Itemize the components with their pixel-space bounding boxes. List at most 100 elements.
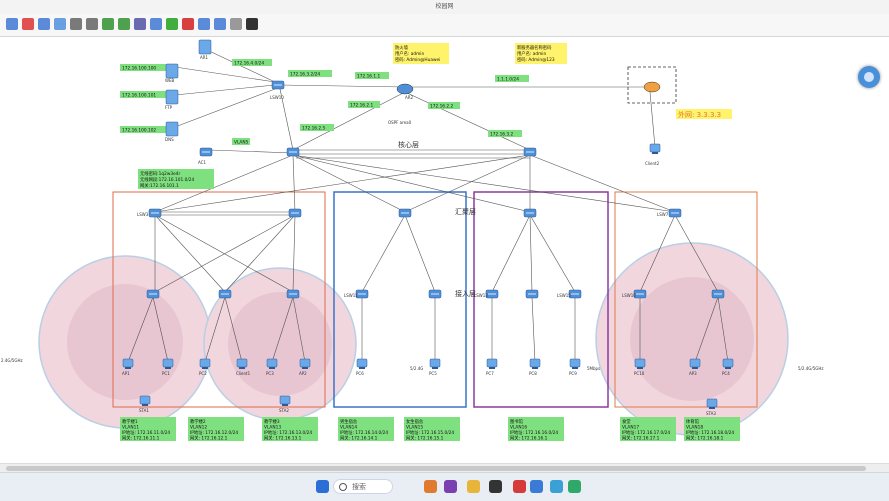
note-line: 新服务器名称密码 xyxy=(517,44,552,51)
taskbar-search[interactable]: 搜索 xyxy=(333,479,393,494)
lsw5-switch-icon[interactable] xyxy=(398,208,412,218)
device-label: LSW3 xyxy=(137,212,149,217)
pc6-icon[interactable]: PC6 xyxy=(356,358,368,376)
window-icon[interactable] xyxy=(230,18,242,30)
vlan-note-line: 网关: 172.16.13.1 xyxy=(264,435,302,442)
vlan-note-line: 体育馆 xyxy=(686,418,700,425)
grid-icon[interactable] xyxy=(134,18,146,30)
file-explorer-icon[interactable] xyxy=(467,480,480,493)
lsw13-switch-icon[interactable]: LSW13 xyxy=(474,289,499,299)
search-placeholder: 搜索 xyxy=(352,483,366,491)
ac1-controller-icon[interactable] xyxy=(199,147,213,157)
lsw3-switch-icon[interactable]: LSW3 xyxy=(137,208,162,218)
client2-pc-icon[interactable] xyxy=(649,143,661,154)
device-label: LSW11 xyxy=(344,293,358,298)
screen-icon[interactable] xyxy=(150,18,162,30)
start-icon[interactable] xyxy=(316,480,329,493)
store-icon[interactable] xyxy=(530,480,543,493)
topology-canvas[interactable]: 172.16.4.0/24 172.16.100.100 172.16.100.… xyxy=(0,37,889,463)
scrollbar-thumb[interactable] xyxy=(6,466,866,471)
lsw9-switch-icon[interactable] xyxy=(218,289,232,299)
web-server-icon[interactable] xyxy=(165,63,179,79)
ip-label-web: 172.16.100.100 xyxy=(122,66,156,72)
ip-label: 172.16.4.0/24 xyxy=(234,61,264,67)
ftp-server-icon[interactable] xyxy=(165,89,179,105)
lsw8-switch-icon[interactable] xyxy=(146,289,160,299)
as1-server-icon[interactable] xyxy=(198,39,212,55)
app-icon[interactable] xyxy=(550,480,563,493)
ar2-router-icon[interactable] xyxy=(396,83,414,95)
core-layer-label: 核心层 xyxy=(398,140,419,149)
lsw12-switch-icon[interactable] xyxy=(428,289,442,299)
save-icon[interactable] xyxy=(38,18,50,30)
print-icon[interactable] xyxy=(54,18,66,30)
ip-label-dns: 172.16.100.102 xyxy=(122,128,156,134)
lsw-switch-icon[interactable] xyxy=(286,289,300,299)
vlan-note-line: IP地址: 172.16.12.0/24 xyxy=(190,429,238,436)
capture-icon[interactable] xyxy=(198,18,210,30)
note-line: 密码: Admin@123 xyxy=(517,56,555,63)
lsw11-switch-icon[interactable]: LSW11 xyxy=(344,289,369,299)
window-title: 校园网 xyxy=(0,0,889,14)
vlan-note-line: 图书馆 xyxy=(510,418,524,425)
device-label: AP1 xyxy=(122,371,130,376)
ospf-label: OSPF area0 xyxy=(388,120,412,125)
vlan-note-line: 网关: 172.16.18.1 xyxy=(686,435,724,442)
device-label: Client1 xyxy=(236,371,251,376)
vlan-note-line: 教学楼1 xyxy=(122,418,138,425)
assistant-float-button[interactable] xyxy=(858,66,880,88)
undo-icon[interactable] xyxy=(70,18,82,30)
edge-icon[interactable] xyxy=(568,480,581,493)
vlan-note: 女生宿舍VLAN15IP地址: 172.16.15.0/24网关: 172.16… xyxy=(404,417,460,442)
lsw2-core-switch-icon[interactable] xyxy=(523,147,537,157)
lsw17-switch-icon[interactable] xyxy=(711,289,725,299)
chat-icon[interactable] xyxy=(444,480,457,493)
topo-icon[interactable] xyxy=(214,18,226,30)
lsw1-core-switch-icon[interactable] xyxy=(286,147,300,157)
lsw14-switch-icon[interactable] xyxy=(525,289,539,299)
ip-label: 1.1.1.0/24 xyxy=(497,77,519,83)
lsw15-switch-icon[interactable]: LSW15 xyxy=(557,289,582,299)
zoom-out-icon[interactable] xyxy=(118,18,130,30)
search-icon xyxy=(339,483,347,491)
pc7-icon[interactable]: PC7 xyxy=(486,358,498,376)
redo-icon[interactable] xyxy=(86,18,98,30)
wps-icon[interactable] xyxy=(513,480,526,493)
device-label: LSW7 xyxy=(657,212,669,217)
ar3-router-icon[interactable] xyxy=(643,81,661,93)
device-label: STA2 xyxy=(279,408,289,413)
pc8-icon[interactable]: PC8 xyxy=(529,358,541,376)
device-label: PC8 xyxy=(529,371,537,376)
device-label: PC10 xyxy=(634,371,645,376)
lsw6-switch-icon[interactable] xyxy=(523,208,537,218)
device-label: Client2 xyxy=(645,161,660,166)
vlan-note-line: IP地址: 172.16.17.0/24 xyxy=(622,429,670,436)
note-line: 防火墙 xyxy=(395,44,409,51)
zoom-in-icon[interactable] xyxy=(102,18,114,30)
delete-icon[interactable] xyxy=(22,18,34,30)
wlan-info-line: 无线网段:172.16.101.0/24 xyxy=(140,176,195,183)
terminal-icon[interactable] xyxy=(489,480,502,493)
band-label: 5/2.4G/5GHz xyxy=(798,366,823,371)
start-icon[interactable] xyxy=(166,18,178,30)
pc9-icon[interactable]: PC9 xyxy=(569,358,581,376)
lsw10-switch-icon[interactable] xyxy=(271,80,285,90)
stop-icon[interactable] xyxy=(182,18,194,30)
outside-net-label: 外网: 3.3.3.3 xyxy=(678,110,721,119)
device-label: LSW16 xyxy=(622,293,636,298)
pc5-icon[interactable]: PC5 xyxy=(429,358,441,376)
vlan-note: 教学楼1VLAN11IP地址: 172.16.11.0/24网关: 172.16… xyxy=(120,417,176,442)
widgets-icon[interactable] xyxy=(424,480,437,493)
console-icon[interactable] xyxy=(246,18,258,30)
band-label: 2.4G/5GHz xyxy=(1,358,23,363)
vlan-note-line: IP地址: 172.16.14.0/24 xyxy=(340,429,388,436)
device-label: PC5 xyxy=(429,371,437,376)
new-icon[interactable] xyxy=(6,18,18,30)
vlan-note: 教学楼3VLAN13IP地址: 172.16.13.0/24网关: 172.16… xyxy=(262,417,318,442)
device-label: STA1 xyxy=(139,408,149,413)
ip-label: 172.16.2.1 xyxy=(350,103,374,109)
lsw7-switch-icon[interactable]: LSW7 xyxy=(657,208,682,218)
device-label: PC4 xyxy=(722,371,730,376)
lsw4-switch-icon[interactable] xyxy=(288,208,302,218)
dns-server-icon[interactable] xyxy=(165,121,179,137)
